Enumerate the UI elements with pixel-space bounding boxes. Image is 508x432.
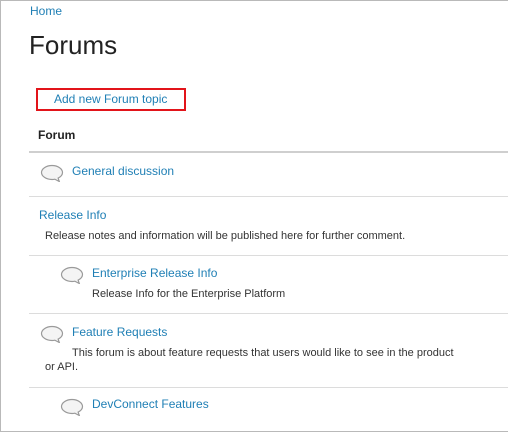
forum-description: Release Info for the Enterprise Platform — [92, 288, 286, 300]
speech-bubble-icon — [60, 398, 84, 416]
forum-link-devconnect-features[interactable]: DevConnect Features — [92, 397, 209, 411]
forum-link-release-info[interactable]: Release Info — [39, 208, 106, 222]
page-title: Forums — [29, 30, 118, 60]
row-divider — [29, 255, 508, 256]
speech-bubble-icon — [40, 325, 64, 343]
speech-bubble-icon — [40, 164, 64, 182]
row-divider — [29, 387, 508, 388]
forum-description-line-2: or API. — [45, 361, 79, 373]
add-forum-topic-link[interactable]: Add new Forum topic — [36, 88, 186, 111]
breadcrumb-home-link[interactable]: Home — [30, 4, 62, 18]
forum-description-line-1: This forum is about feature requests tha… — [72, 347, 454, 359]
speech-bubble-icon — [60, 266, 84, 284]
forum-link-feature-requests[interactable]: Feature Requests — [72, 325, 167, 339]
forum-column-header: Forum — [38, 128, 76, 142]
row-divider — [29, 196, 508, 197]
forum-description: Release notes and information will be pu… — [45, 230, 406, 242]
row-divider — [29, 313, 508, 314]
forum-link-general-discussion[interactable]: General discussion — [72, 164, 174, 178]
header-divider — [29, 151, 508, 153]
forum-link-enterprise-release-info[interactable]: Enterprise Release Info — [92, 266, 217, 280]
